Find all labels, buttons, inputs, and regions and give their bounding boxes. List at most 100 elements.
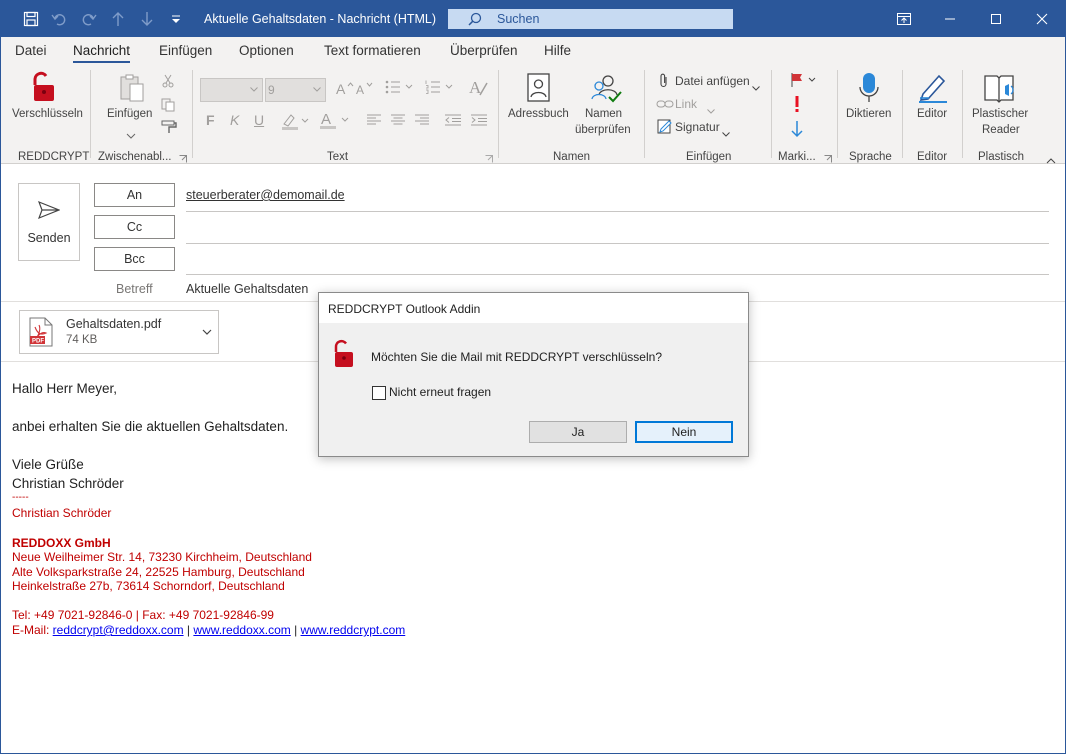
signature-email-link[interactable]: reddcrypt@reddoxx.com: [53, 623, 184, 637]
to-recipient[interactable]: steuerberater@demomail.de: [186, 188, 345, 202]
tab-nachricht[interactable]: Nachricht: [73, 43, 131, 63]
body-greeting[interactable]: Hallo Herr Meyer,: [12, 381, 117, 396]
chevron-down-icon[interactable]: [202, 329, 212, 335]
maximize-icon[interactable]: [973, 1, 1019, 37]
underline-button[interactable]: U: [254, 112, 264, 128]
tab-ueberpruefen[interactable]: Überprüfen: [450, 43, 518, 58]
check-names-icon[interactable]: [590, 73, 622, 108]
signature-name: Christian Schröder: [12, 506, 112, 520]
numbering-icon[interactable]: [425, 80, 455, 99]
subject-field[interactable]: Aktuelle Gehaltsdaten: [186, 282, 308, 296]
italic-button[interactable]: K: [230, 112, 239, 128]
dialog-launcher-icon[interactable]: [179, 150, 187, 168]
encrypt-button[interactable]: Verschlüsseln: [12, 108, 83, 120]
cut-icon[interactable]: [161, 74, 175, 93]
to-field[interactable]: [186, 211, 1049, 212]
body-name[interactable]: Christian Schröder: [12, 476, 124, 491]
signature-company: REDDOXX GmbH: [12, 536, 111, 550]
immersive-reader-label-2[interactable]: Reader: [982, 124, 1020, 136]
send-button[interactable]: Senden: [18, 183, 80, 261]
yes-button[interactable]: Ja: [529, 421, 627, 443]
dialog-launcher-icon[interactable]: [485, 150, 493, 168]
active-tab-indicator: [73, 61, 131, 63]
align-center-icon[interactable]: [391, 113, 405, 131]
undo-icon[interactable]: [44, 1, 74, 37]
align-right-icon[interactable]: [415, 113, 429, 131]
flag-icon[interactable]: [790, 72, 816, 93]
tab-text-formatieren[interactable]: Text formatieren: [324, 43, 421, 58]
editor-button[interactable]: Editor: [917, 108, 947, 120]
link-button[interactable]: Link: [675, 97, 697, 111]
bcc-button[interactable]: Bcc: [94, 247, 175, 271]
to-button[interactable]: An: [94, 183, 175, 207]
link-icon[interactable]: [656, 97, 674, 115]
ribbon-display-options-icon[interactable]: [881, 1, 927, 37]
body-closing[interactable]: Viele Grüße: [12, 457, 84, 472]
paste-button[interactable]: Einfügen: [107, 108, 152, 120]
paperclip-icon[interactable]: [658, 73, 670, 94]
customize-toolbar-icon[interactable]: [161, 1, 191, 37]
tab-optionen[interactable]: Optionen: [239, 43, 294, 58]
align-left-icon[interactable]: [367, 113, 381, 131]
chevron-down-icon[interactable]: [707, 101, 715, 119]
attachment-card[interactable]: PDF Gehaltsdaten.pdf 74 KB: [19, 310, 219, 354]
check-names-label-2[interactable]: überprüfen: [575, 124, 631, 136]
arrow-up-icon[interactable]: [103, 1, 133, 37]
body-line[interactable]: anbei erhalten Sie die aktuellen Gehalts…: [12, 419, 288, 434]
bullets-icon[interactable]: [385, 80, 415, 99]
signature-website-link[interactable]: www.reddoxx.com: [193, 623, 290, 637]
dont-ask-label[interactable]: Nicht erneut fragen: [389, 385, 491, 399]
immersive-reader-icon[interactable]: [983, 72, 1017, 109]
outlook-window: Aktuelle Gehaltsdaten - Nachricht (HTML)…: [0, 0, 1066, 754]
microphone-icon[interactable]: [858, 72, 880, 109]
bold-button[interactable]: F: [206, 112, 215, 128]
save-icon[interactable]: [16, 1, 46, 37]
format-painter-icon[interactable]: [161, 120, 177, 139]
close-icon[interactable]: [1019, 1, 1065, 37]
cc-field[interactable]: [186, 243, 1049, 244]
tab-datei[interactable]: Datei: [15, 43, 47, 58]
minimize-icon[interactable]: [927, 1, 973, 37]
tab-hilfe[interactable]: Hilfe: [544, 43, 571, 58]
bcc-field[interactable]: [186, 274, 1049, 275]
signature-icon[interactable]: [657, 118, 673, 139]
arrow-down-icon[interactable]: [132, 1, 162, 37]
address-book-button[interactable]: Adressbuch: [508, 108, 569, 120]
address-book-icon[interactable]: [526, 73, 552, 108]
signature-button[interactable]: Signatur: [675, 120, 720, 134]
chevron-down-icon[interactable]: [752, 78, 760, 96]
chevron-down-icon[interactable]: [722, 124, 730, 142]
shrink-font-icon[interactable]: A: [356, 81, 374, 100]
highlight-icon[interactable]: [281, 112, 311, 135]
font-family-select[interactable]: [200, 78, 263, 102]
font-color-icon[interactable]: A: [319, 110, 351, 135]
styles-icon[interactable]: A: [469, 77, 489, 102]
dialog-launcher-icon[interactable]: [824, 150, 832, 168]
copy-icon[interactable]: [161, 98, 175, 117]
dont-ask-checkbox[interactable]: [372, 386, 386, 400]
low-importance-icon[interactable]: [791, 120, 803, 143]
paste-icon[interactable]: [118, 73, 146, 108]
reddcrypt-lock-icon[interactable]: [29, 71, 57, 108]
collapse-ribbon-icon[interactable]: [1046, 151, 1056, 169]
editor-icon[interactable]: [917, 72, 949, 109]
redo-icon[interactable]: [74, 1, 104, 37]
no-button[interactable]: Nein: [635, 421, 733, 443]
tab-einfuegen[interactable]: Einfügen: [159, 43, 212, 58]
signature-address: Alte Volksparkstraße 24, 22525 Hamburg, …: [12, 565, 305, 579]
chevron-down-icon: [250, 87, 258, 92]
font-size-select[interactable]: 9: [265, 78, 326, 102]
immersive-reader-label-1[interactable]: Plastischer: [972, 108, 1028, 120]
attach-file-button[interactable]: Datei anfügen: [675, 74, 750, 88]
cc-button[interactable]: Cc: [94, 215, 175, 239]
check-names-label-1[interactable]: Namen: [585, 108, 622, 120]
high-importance-icon[interactable]: [792, 95, 802, 118]
signature-website-link[interactable]: www.reddcrypt.com: [301, 623, 406, 637]
search-box[interactable]: Suchen: [448, 9, 733, 29]
grow-font-icon[interactable]: A: [336, 81, 354, 100]
chevron-down-icon[interactable]: [126, 126, 136, 144]
increase-indent-icon[interactable]: [471, 113, 487, 131]
dictate-button[interactable]: Diktieren: [846, 108, 891, 120]
signature-address: Heinkelstraße 27b, 73614 Schorndorf, Deu…: [12, 579, 285, 593]
decrease-indent-icon[interactable]: [445, 113, 461, 131]
